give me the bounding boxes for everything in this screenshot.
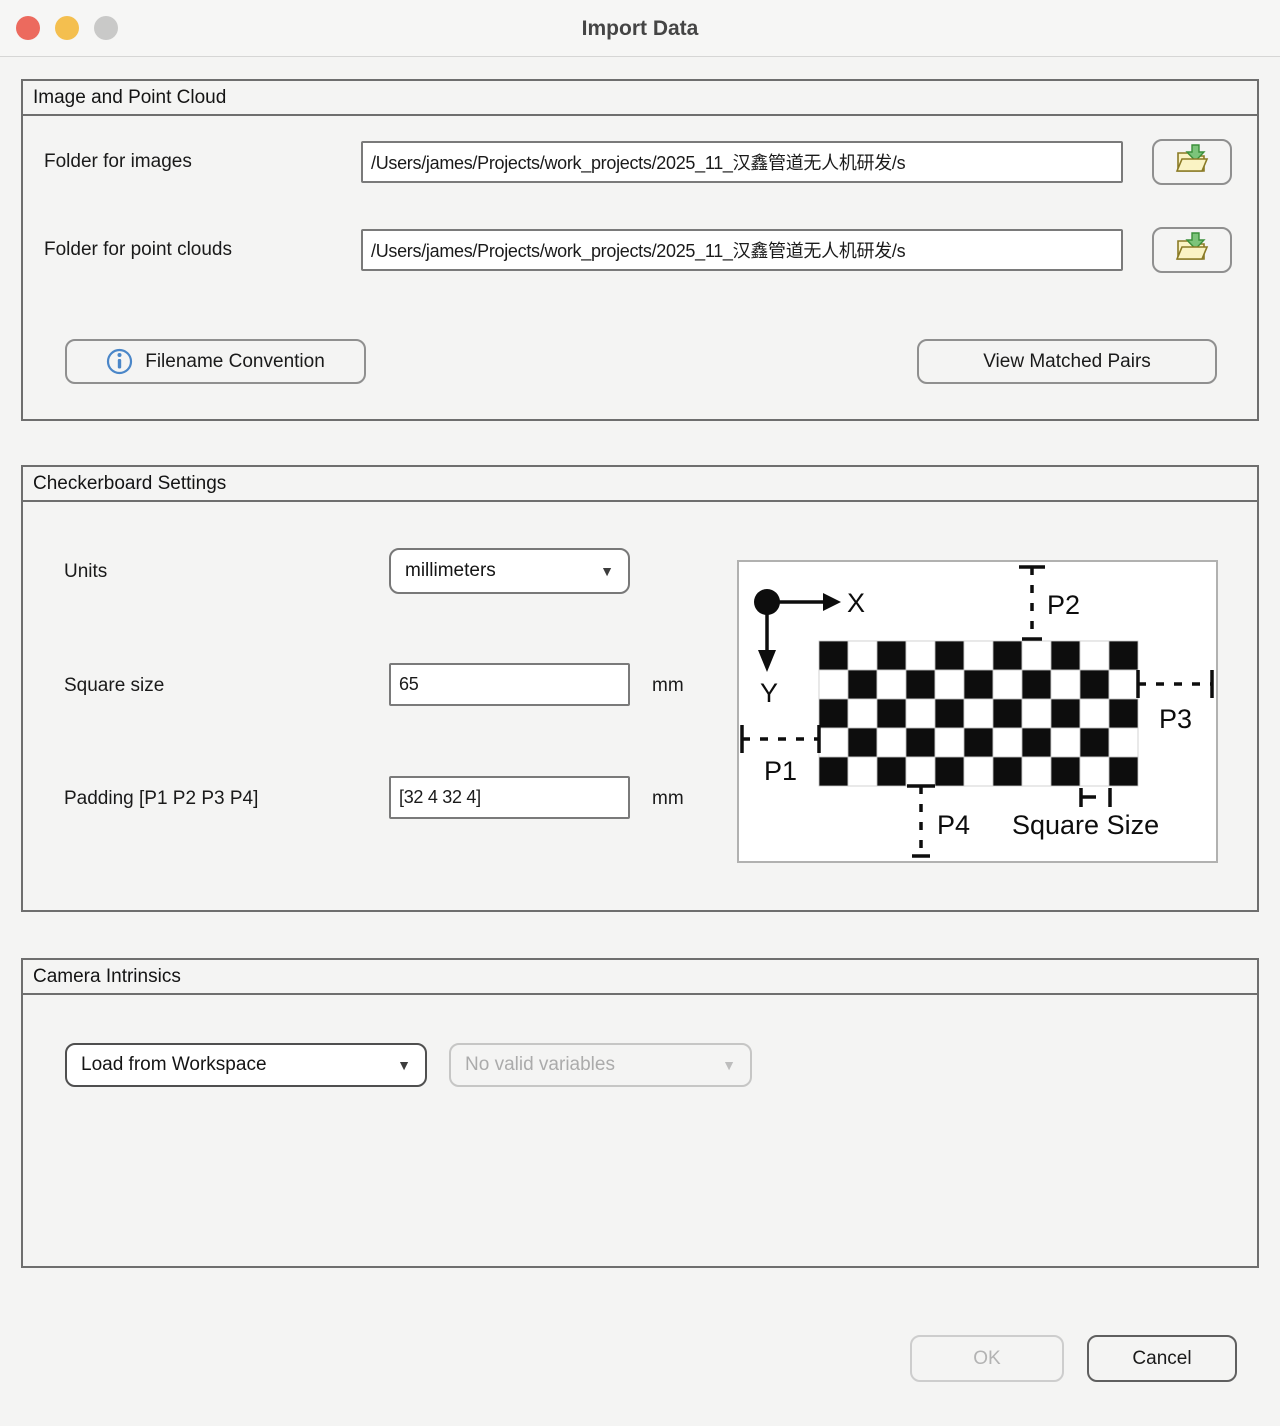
checkerboard-pattern <box>819 641 1138 786</box>
view-matched-pairs-label: View Matched Pairs <box>983 351 1151 373</box>
axis-x-label: X <box>847 588 865 618</box>
image-point-cloud-group-title: Image and Point Cloud <box>23 81 1257 116</box>
p4-dimension-line <box>907 786 935 856</box>
square-size-unit: mm <box>652 675 684 697</box>
square-size-bracket <box>1081 788 1110 807</box>
intrinsics-source-dropdown[interactable]: Load from Workspace ▼ <box>65 1043 427 1087</box>
ok-button-label: OK <box>973 1348 1000 1370</box>
camera-intrinsics-group-title: Camera Intrinsics <box>23 960 1257 995</box>
checkerboard-diagram: X Y P2 P3 P1 <box>737 560 1218 863</box>
folder-import-icon <box>1173 231 1211 270</box>
window-title: Import Data <box>0 0 1280 57</box>
filename-convention-button[interactable]: Filename Convention <box>65 339 366 384</box>
info-icon <box>106 348 133 375</box>
padding-label: Padding [P1 P2 P3 P4] <box>64 788 258 810</box>
checkerboard-settings-group-title: Checkerboard Settings <box>23 467 1257 502</box>
folder-point-clouds-input[interactable] <box>361 229 1123 271</box>
folder-import-icon <box>1173 143 1211 182</box>
p3-dimension-line <box>1138 670 1212 698</box>
intrinsics-source-value: Load from Workspace <box>81 1054 267 1076</box>
title-bar: Import Data <box>0 0 1280 57</box>
p2-label: P2 <box>1047 590 1080 620</box>
cancel-button-label: Cancel <box>1132 1348 1191 1370</box>
folder-images-input[interactable] <box>361 141 1123 183</box>
view-matched-pairs-button[interactable]: View Matched Pairs <box>917 339 1217 384</box>
square-size-label: Square size <box>64 675 164 697</box>
folder-point-clouds-label: Folder for point clouds <box>44 239 232 261</box>
chevron-down-icon: ▼ <box>600 563 614 579</box>
checkerboard-settings-group: Checkerboard Settings Units millimeters … <box>21 465 1259 912</box>
camera-intrinsics-group: Camera Intrinsics Load from Workspace ▼ … <box>21 958 1259 1268</box>
intrinsics-variables-value: No valid variables <box>465 1054 615 1076</box>
axis-y-label: Y <box>760 678 778 708</box>
folder-images-label: Folder for images <box>44 151 192 173</box>
intrinsics-variables-dropdown: No valid variables ▼ <box>449 1043 752 1087</box>
units-dropdown-value: millimeters <box>405 560 496 582</box>
chevron-down-icon: ▼ <box>397 1057 411 1073</box>
square-size-input[interactable] <box>389 663 630 706</box>
p2-dimension-line <box>1019 567 1045 639</box>
browse-point-clouds-button[interactable] <box>1152 227 1232 273</box>
units-dropdown[interactable]: millimeters ▼ <box>389 548 630 594</box>
p1-dimension-line <box>742 725 819 753</box>
ok-button: OK <box>910 1335 1064 1382</box>
padding-input[interactable] <box>389 776 630 819</box>
image-point-cloud-group: Image and Point Cloud Folder for images … <box>21 79 1259 421</box>
chevron-down-icon: ▼ <box>722 1057 736 1073</box>
cancel-button[interactable]: Cancel <box>1087 1335 1237 1382</box>
filename-convention-label: Filename Convention <box>145 351 325 373</box>
padding-unit: mm <box>652 788 684 810</box>
browse-images-button[interactable] <box>1152 139 1232 185</box>
units-label: Units <box>64 561 107 583</box>
p4-label: P4 <box>937 810 970 840</box>
square-size-caption: Square Size <box>1012 810 1159 840</box>
p1-label: P1 <box>764 756 797 786</box>
p3-label: P3 <box>1159 704 1192 734</box>
